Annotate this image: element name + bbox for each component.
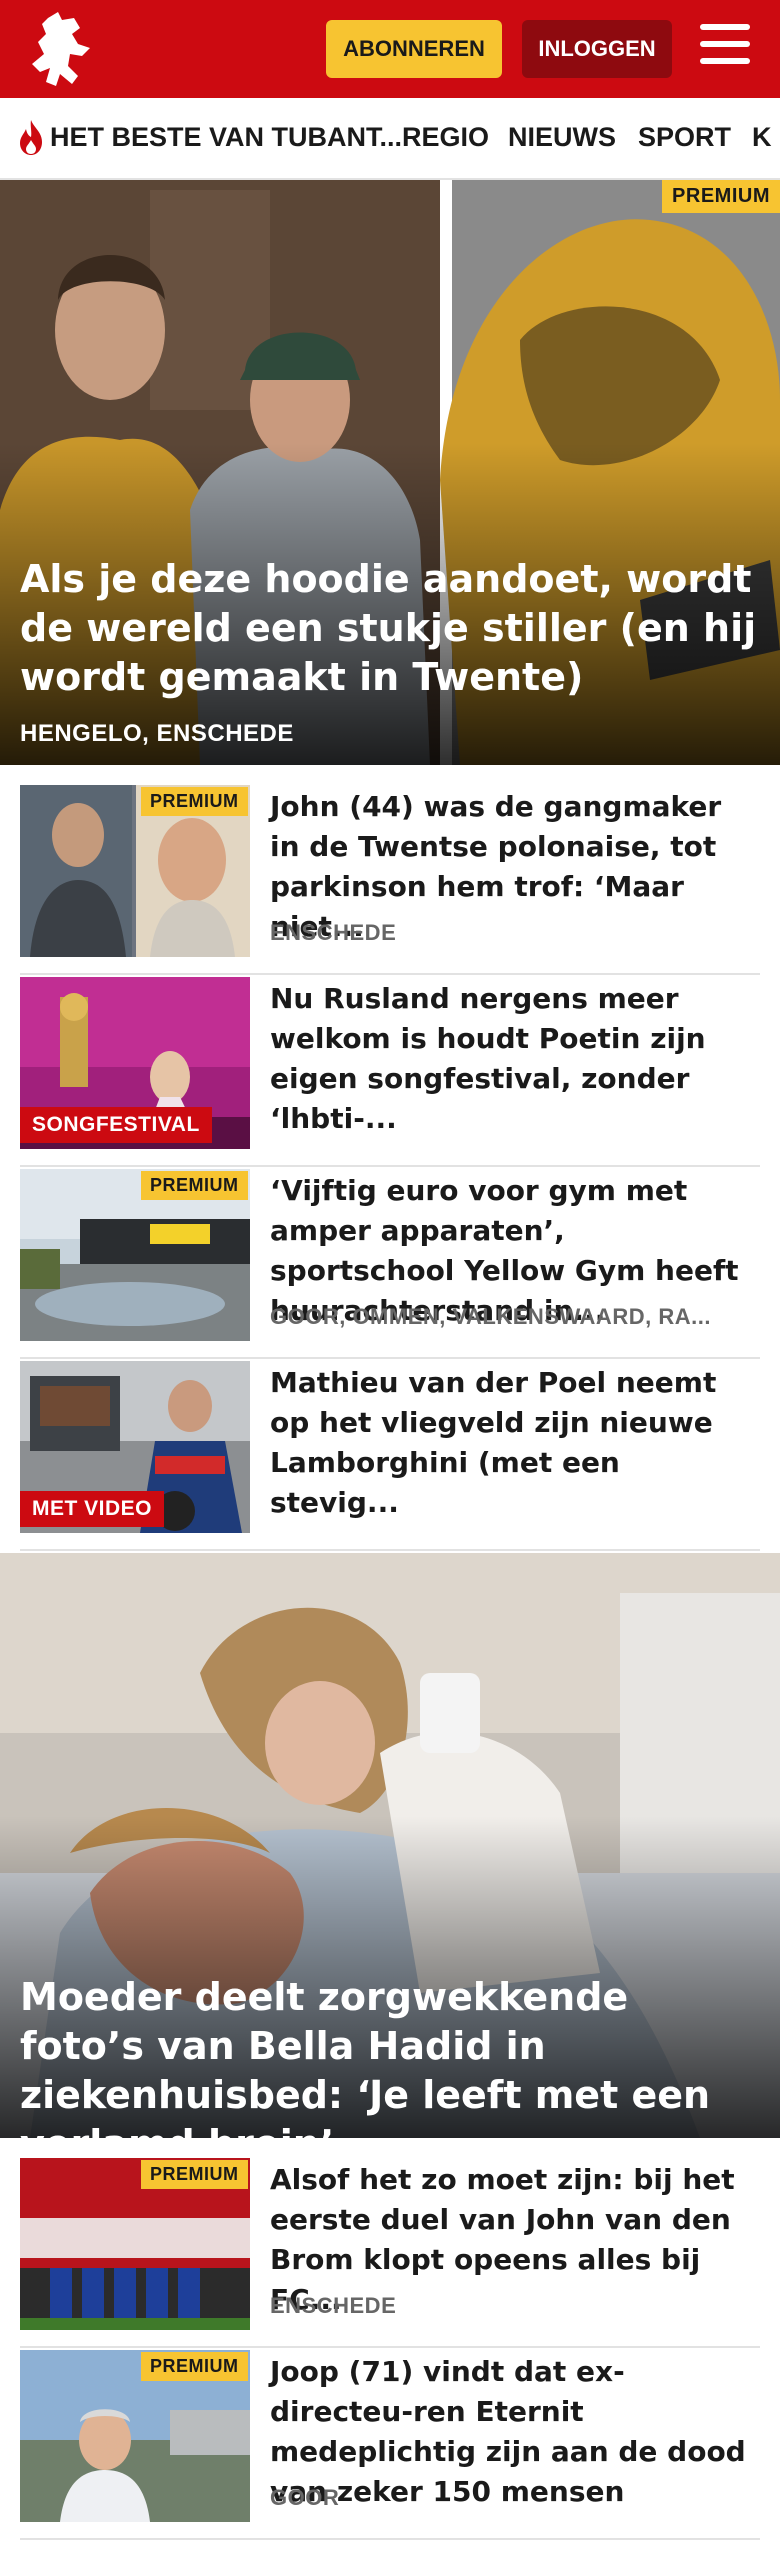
nav-item-nieuws[interactable]: NIEUWS (508, 122, 616, 153)
article-location: ENSCHEDE (270, 2293, 397, 2318)
songfestival-badge: SONGFESTIVAL (20, 1107, 212, 1143)
list-item[interactable]: MET VIDEO Mathieu van der Poel neemt op … (20, 1361, 760, 1551)
hero-title[interactable]: Als je deze hoodie aandoet, wordt de wer… (20, 555, 760, 702)
list-item[interactable]: PREMIUM ‘Vijftig euro voor gym met amper… (20, 1169, 760, 1359)
premium-badge: PREMIUM (141, 2352, 248, 2381)
article-location: GOOR, OMMEN, VALKENSWAARD, RA... (270, 1304, 711, 1329)
nav-item-het-beste[interactable]: HET BESTE VAN TUBANT... (50, 122, 402, 153)
nav-item-k[interactable]: K (752, 122, 772, 153)
hero-location: HENGELO, ENSCHEDE (20, 720, 294, 747)
premium-badge: PREMIUM (141, 787, 248, 816)
flame-icon (20, 120, 42, 155)
list-item[interactable]: SONGFESTIVAL Nu Rusland nergens meer wel… (20, 977, 760, 1167)
article-location: GOOR (270, 2485, 340, 2510)
hero-article-bella-hadid[interactable]: Moeder deelt zorgwekkende foto’s van Bel… (0, 1553, 780, 2138)
article-location: ENSCHEDE (270, 920, 397, 945)
article-title[interactable]: Joop (71) vindt dat ex-directeu-ren Eter… (270, 2352, 755, 2512)
hero-title[interactable]: Moeder deelt zorgwekkende foto’s van Bel… (20, 1973, 760, 2138)
section-nav: HET BESTE VAN TUBANT... REGIO NIEUWS SPO… (0, 98, 780, 180)
nav-item-regio[interactable]: REGIO (402, 122, 489, 153)
subscribe-button[interactable]: ABONNEREN (326, 20, 502, 78)
premium-badge: PREMIUM (662, 180, 780, 213)
hero-article-hoodie[interactable]: PREMIUM Als je deze hoodie aandoet, word… (0, 180, 780, 765)
hamburger-menu-icon[interactable] (700, 24, 752, 70)
article-title[interactable]: Nu Rusland nergens meer welkom is houdt … (270, 979, 755, 1139)
tubantia-horse-logo-icon[interactable] (18, 10, 106, 90)
nav-item-sport[interactable]: SPORT (638, 122, 731, 153)
site-header: ABONNEREN INLOGGEN (0, 0, 780, 98)
article-title[interactable]: Mathieu van der Poel neemt op het vliegv… (270, 1363, 755, 1523)
login-button[interactable]: INLOGGEN (522, 20, 672, 78)
premium-badge: PREMIUM (141, 2160, 248, 2189)
met-video-badge: MET VIDEO (20, 1491, 165, 1527)
list-item[interactable]: PREMIUM John (44) was de gangmaker in de… (20, 785, 760, 975)
list-item[interactable]: PREMIUM Alsof het zo moet zijn: bij het … (20, 2158, 760, 2348)
list-item[interactable]: PREMIUM Joop (71) vindt dat ex-directeu-… (20, 2350, 760, 2540)
premium-badge: PREMIUM (141, 1171, 248, 1200)
